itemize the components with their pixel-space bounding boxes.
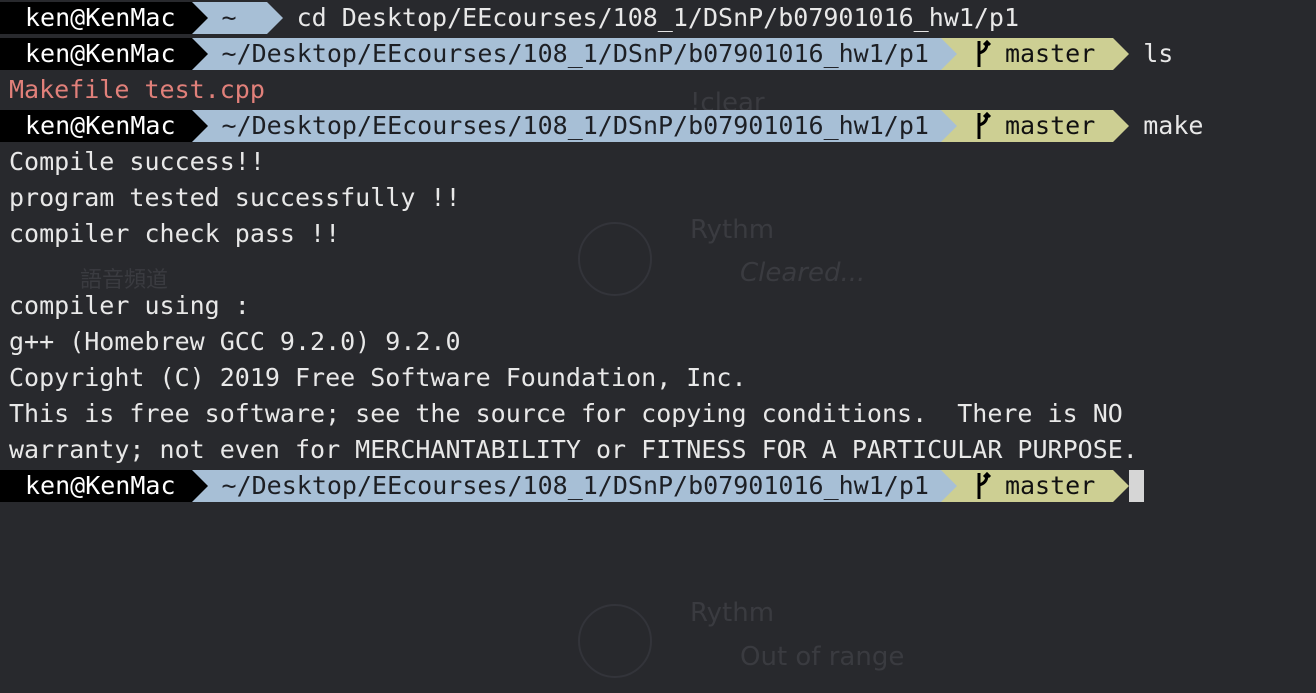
prompt-branch: master xyxy=(1004,39,1096,68)
terminal-cursor[interactable] xyxy=(1129,470,1145,502)
prompt-path: ~/Desktop/EEcourses/108_1/DSnP/b07901016… xyxy=(221,471,929,500)
segment-separator xyxy=(191,2,208,34)
ls-output-line: Makefile test.cpp xyxy=(9,75,265,104)
segment-separator xyxy=(940,470,957,502)
output-line: Copyright (C) 2019 Free Software Foundat… xyxy=(9,363,747,392)
prompt-user: ken@KenMac xyxy=(25,39,176,68)
prompt-path-segment: ~/Desktop/EEcourses/108_1/DSnP/b07901016… xyxy=(191,38,957,70)
prompt-line-current: ken@KenMac ~/Desktop/EEcourses/108_1/DSn… xyxy=(0,468,1309,504)
output-line: warranty; not even for MERCHANTABILITY o… xyxy=(9,435,1138,464)
ghost-message-2: Out of range xyxy=(740,642,905,672)
terminal-output[interactable]: ken@KenMac ~ cd Desktop/EEcourses/108_1/… xyxy=(0,0,1309,504)
output-line: compiler using : xyxy=(9,291,250,320)
segment-separator xyxy=(1113,38,1130,70)
prompt-user-segment: ken@KenMac xyxy=(0,38,208,70)
prompt-git-segment: master xyxy=(940,110,1130,142)
segment-separator xyxy=(191,38,208,70)
output-line: compiler check pass !! xyxy=(9,219,341,248)
prompt-line: ken@KenMac ~/Desktop/EEcourses/108_1/DSn… xyxy=(0,108,1309,144)
segment-separator xyxy=(940,38,957,70)
prompt-line: ken@KenMac ~ cd Desktop/EEcourses/108_1/… xyxy=(0,0,1309,36)
ghost-avatar-2 xyxy=(578,604,652,678)
segment-separator xyxy=(940,110,957,142)
segment-separator xyxy=(191,470,208,502)
segment-separator xyxy=(1113,110,1130,142)
prompt-git-segment: master xyxy=(940,470,1130,502)
prompt-branch: master xyxy=(1004,471,1096,500)
output-line: Compile success!! xyxy=(9,147,265,176)
prompt-git-segment: master xyxy=(940,38,1130,70)
prompt-path: ~/Desktop/EEcourses/108_1/DSnP/b07901016… xyxy=(221,39,929,68)
prompt-user-segment: ken@KenMac xyxy=(0,2,208,34)
prompt-user: ken@KenMac xyxy=(25,111,176,140)
prompt-line: ken@KenMac ~/Desktop/EEcourses/108_1/DSn… xyxy=(0,36,1309,72)
git-branch-icon xyxy=(977,39,991,67)
output-line: program tested successfully !! xyxy=(9,183,461,212)
prompt-user: ken@KenMac xyxy=(25,471,176,500)
ghost-username-2: Rythm xyxy=(690,598,775,628)
output-line: g++ (Homebrew GCC 9.2.0) 9.2.0 xyxy=(9,327,461,356)
prompt-path: ~/Desktop/EEcourses/108_1/DSnP/b07901016… xyxy=(221,111,929,140)
git-branch-icon xyxy=(977,471,991,499)
command-text: ls xyxy=(1143,39,1174,68)
git-branch-icon xyxy=(977,111,991,139)
prompt-user-segment: ken@KenMac xyxy=(0,110,208,142)
prompt-branch: master xyxy=(1004,111,1096,140)
prompt-path-segment: ~/Desktop/EEcourses/108_1/DSnP/b07901016… xyxy=(191,470,957,502)
command-text: cd Desktop/EEcourses/108_1/DSnP/b0790101… xyxy=(296,3,1020,32)
prompt-user-segment: ken@KenMac xyxy=(0,470,208,502)
segment-separator xyxy=(266,2,283,34)
prompt-path: ~ xyxy=(221,3,237,32)
output-line: This is free software; see the source fo… xyxy=(9,399,1123,428)
command-text: make xyxy=(1143,111,1204,140)
prompt-path-segment: ~/Desktop/EEcourses/108_1/DSnP/b07901016… xyxy=(191,110,957,142)
segment-separator xyxy=(1113,470,1130,502)
segment-separator xyxy=(191,110,208,142)
prompt-user: ken@KenMac xyxy=(25,3,176,32)
